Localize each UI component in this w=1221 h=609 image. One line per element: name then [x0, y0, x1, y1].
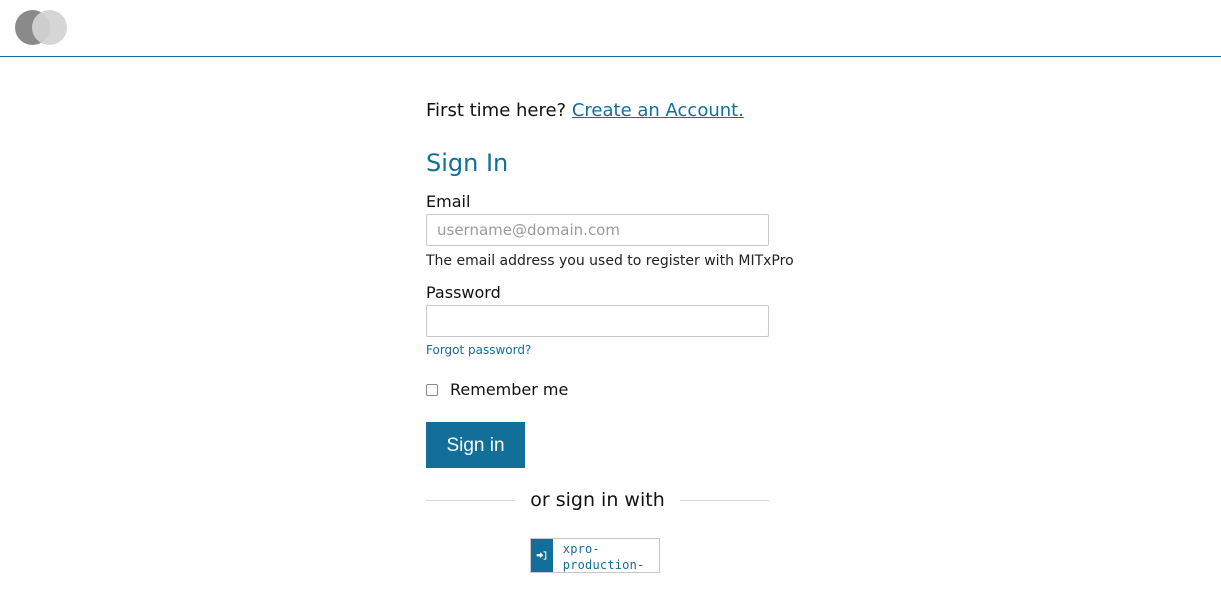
provider-label: xpro-production-: [562, 542, 645, 572]
signin-panel: First time here? Create an Account. Sign…: [426, 98, 794, 512]
logo-icon[interactable]: [15, 10, 67, 45]
email-field[interactable]: [426, 214, 769, 246]
signin-button[interactable]: Sign in: [426, 422, 525, 468]
provider-button-xpro[interactable]: xpro-production-: [530, 538, 660, 573]
first-time-row: First time here? Create an Account.: [426, 98, 769, 124]
alt-signin-divider: or sign in with: [426, 488, 769, 512]
email-help-text: The email address you used to register w…: [426, 253, 794, 269]
first-time-text: First time here?: [426, 100, 567, 121]
password-label: Password: [426, 283, 501, 302]
site-header: [0, 0, 1221, 57]
email-label: Email: [426, 192, 471, 211]
sign-in-icon: [531, 539, 553, 572]
password-field[interactable]: [426, 305, 769, 337]
divider-line-right: [680, 500, 769, 501]
page-title: Sign In: [426, 149, 509, 177]
create-account-link[interactable]: Create an Account.: [572, 100, 744, 121]
logo-circle-right: [32, 10, 67, 45]
forgot-password-link[interactable]: Forgot password?: [426, 343, 531, 357]
remember-me-label: Remember me: [450, 380, 569, 399]
remember-me-row[interactable]: Remember me: [426, 380, 769, 400]
remember-me-checkbox[interactable]: [426, 384, 438, 396]
